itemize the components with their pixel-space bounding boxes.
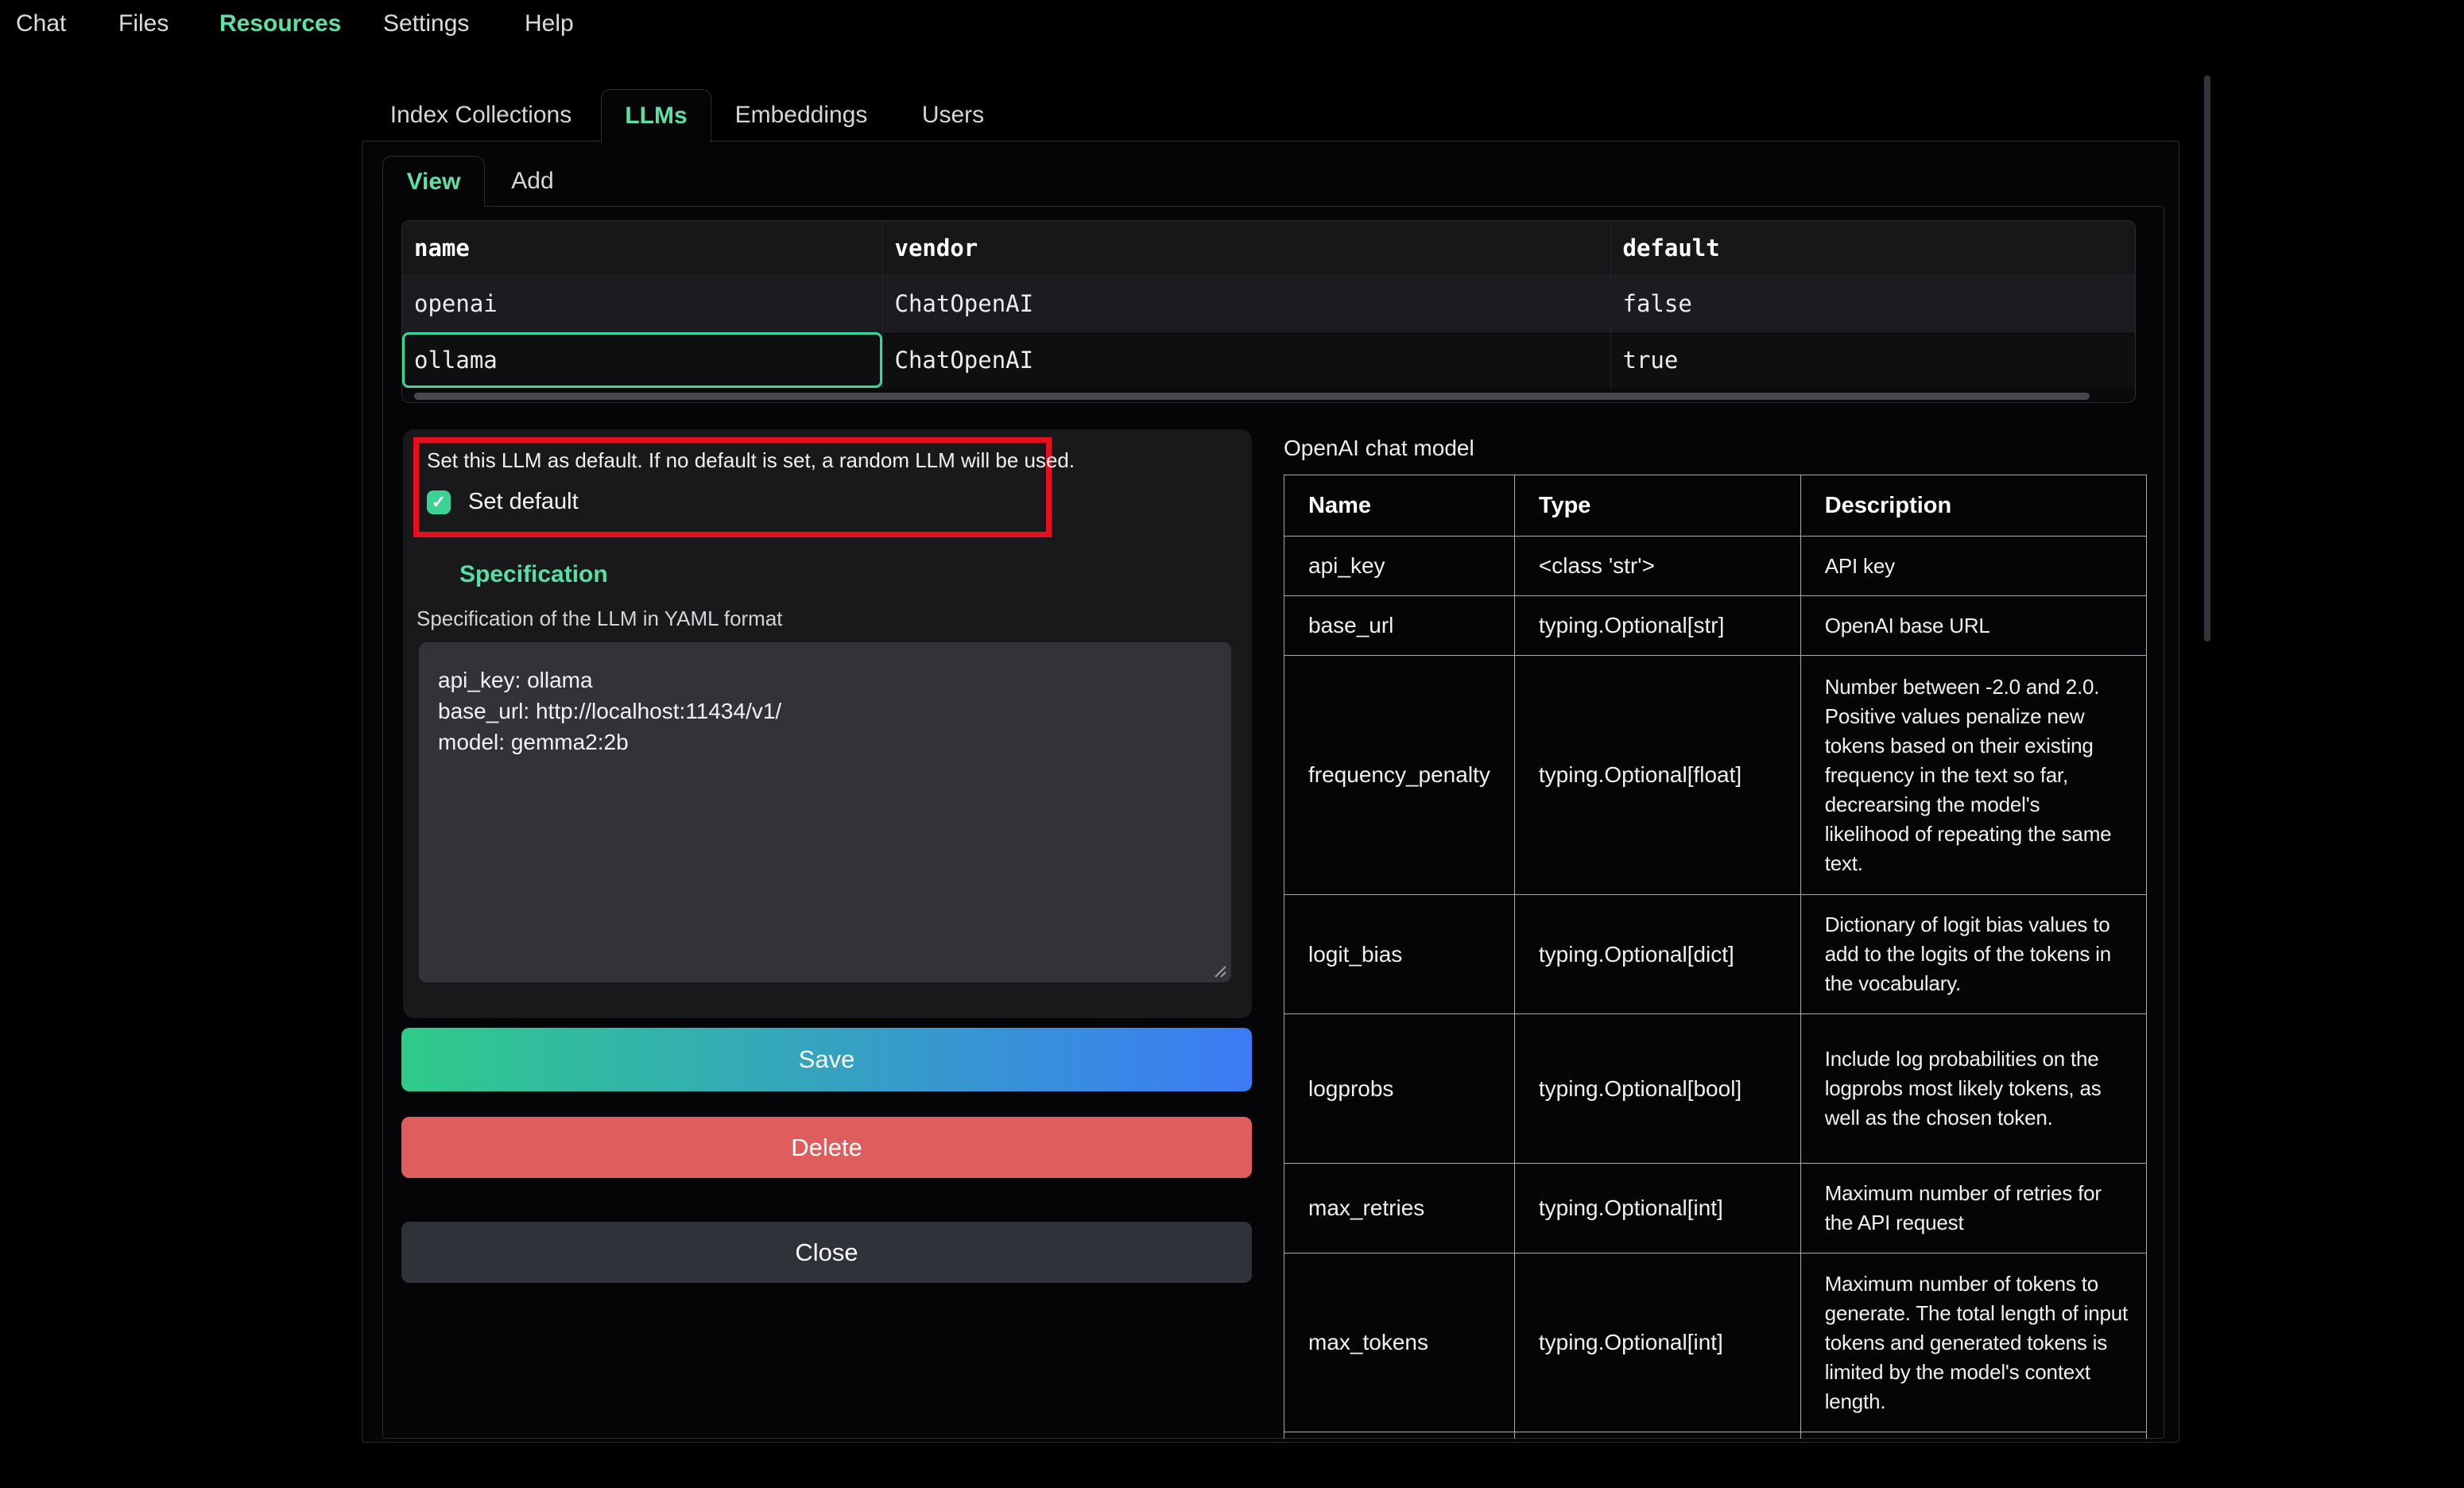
model-row-logprobs: logprobs typing.Optional[bool] Include l… [1284, 1014, 2147, 1164]
param-description: Include log probabilities on the logprob… [1800, 1014, 2146, 1164]
tab-index-collections[interactable]: Index Collections [386, 89, 575, 141]
save-button[interactable]: Save [401, 1028, 1252, 1091]
nav-item-settings[interactable]: Settings [383, 10, 469, 37]
nav-item-chat[interactable]: Chat [16, 10, 66, 37]
llm-cell-vendor[interactable]: ChatOpenAI [882, 275, 1610, 331]
specification-caption: Specification of the LLM in YAML format [416, 606, 783, 631]
param-type: typing.Optional[dict] [1514, 895, 1800, 1014]
model-row-api-key: api_key <class 'str'> API key [1284, 537, 2147, 596]
llm-detail-card: Set this LLM as default. If no default i… [403, 429, 1252, 1018]
model-col-header-type: Type [1514, 475, 1800, 537]
param-type: typing.Optional[bool] [1514, 1014, 1800, 1164]
param-type: <class 'str'> [1514, 537, 1800, 596]
model-col-header-description: Description [1800, 475, 2146, 537]
param-name: logprobs [1284, 1014, 1515, 1164]
set-default-checkbox[interactable]: ✓ [427, 490, 451, 514]
model-info-table: Name Type Description api_key <class 'st… [1284, 475, 2148, 1439]
delete-button[interactable]: Delete [401, 1117, 1252, 1178]
param-description: Maximum number of tokens to generate. Th… [1800, 1254, 2146, 1432]
llm-table-header-row: name vendor default [402, 221, 2136, 275]
llm-cell-default[interactable]: true [1610, 331, 2136, 388]
param-name: api_key [1284, 537, 1515, 596]
model-table-header-row: Name Type Description [1284, 475, 2147, 537]
llm-cell-name-selected[interactable]: ollama [402, 331, 882, 388]
param-description: Number between -2.0 and 2.0. Positive va… [1800, 656, 2146, 895]
param-description: API key [1800, 537, 2146, 596]
param-type: typing.Optional[float] [1514, 656, 1800, 895]
llm-cell-name[interactable]: openai [402, 275, 882, 331]
model-col-header-name: Name [1284, 475, 1515, 537]
nav-item-files[interactable]: Files [118, 10, 169, 37]
vertical-scrollbar-thumb[interactable] [2204, 76, 2210, 641]
param-description: Dictionary of logit bias values to add t… [1800, 895, 2146, 1014]
app-root: Chat Files Resources Settings Help Index… [0, 0, 2464, 1488]
yaml-spec-textarea[interactable]: api_key: ollama base_url: http://localho… [419, 642, 1231, 982]
tab-embeddings[interactable]: Embeddings [730, 89, 872, 141]
param-name: base_url [1284, 596, 1515, 656]
yaml-editor-wrap: api_key: ollama base_url: http://localho… [419, 642, 1231, 982]
param-name: frequency_penalty [1284, 656, 1515, 895]
highlight-red-box: Set this LLM as default. If no default i… [413, 437, 1052, 537]
param-type: typing.Optional[str] [1514, 596, 1800, 656]
llm-cell-default[interactable]: false [1610, 275, 2136, 331]
set-default-row: ✓ Set default [427, 489, 579, 515]
horizontal-scrollbar-thumb[interactable] [414, 393, 2090, 400]
llm-list-table: name vendor default openai ChatOpenAI fa… [401, 220, 2136, 403]
close-button[interactable]: Close [401, 1222, 1252, 1283]
model-row-logit-bias: logit_bias typing.Optional[dict] Diction… [1284, 895, 2147, 1014]
nav-item-help[interactable]: Help [525, 10, 574, 37]
param-type: typing.Optional[int] [1514, 1254, 1800, 1432]
llm-cell-vendor[interactable]: ChatOpenAI [882, 331, 1610, 388]
specification-heading: Specification [459, 561, 608, 588]
param-description: Maximum number of retries for the API re… [1800, 1164, 2146, 1254]
set-default-label: Set default [468, 489, 579, 515]
model-row-base-url: base_url typing.Optional[str] OpenAI bas… [1284, 596, 2147, 656]
llm-col-header-name: name [402, 221, 882, 275]
param-name: logit_bias [1284, 895, 1515, 1014]
llm-col-header-vendor: vendor [882, 221, 1610, 275]
default-note-text: Set this LLM as default. If no default i… [427, 448, 1047, 473]
subtab-add[interactable]: Add [485, 156, 580, 206]
tab-users[interactable]: Users [920, 89, 986, 141]
model-row-frequency-penalty: frequency_penalty typing.Optional[float]… [1284, 656, 2147, 895]
param-description: OpenAI base URL [1800, 596, 2146, 656]
model-row-max-tokens: max_tokens typing.Optional[int] Maximum … [1284, 1254, 2147, 1432]
model-row-max-retries: max_retries typing.Optional[int] Maximum… [1284, 1164, 2147, 1254]
subtab-view[interactable]: View [382, 156, 485, 207]
nav-item-resources[interactable]: Resources [219, 10, 341, 37]
llm-row-openai[interactable]: openai ChatOpenAI false [402, 275, 2136, 331]
llm-row-ollama[interactable]: ollama ChatOpenAI true [402, 331, 2136, 388]
param-name: max_retries [1284, 1164, 1515, 1254]
llm-col-header-default: default [1610, 221, 2136, 275]
model-info-title: OpenAI chat model [1284, 436, 1474, 461]
model-row-clipped [1284, 1432, 2147, 1440]
param-type: typing.Optional[int] [1514, 1164, 1800, 1254]
tab-llms[interactable]: LLMs [601, 89, 711, 142]
param-name: max_tokens [1284, 1254, 1515, 1432]
checkmark-icon: ✓ [432, 494, 446, 511]
